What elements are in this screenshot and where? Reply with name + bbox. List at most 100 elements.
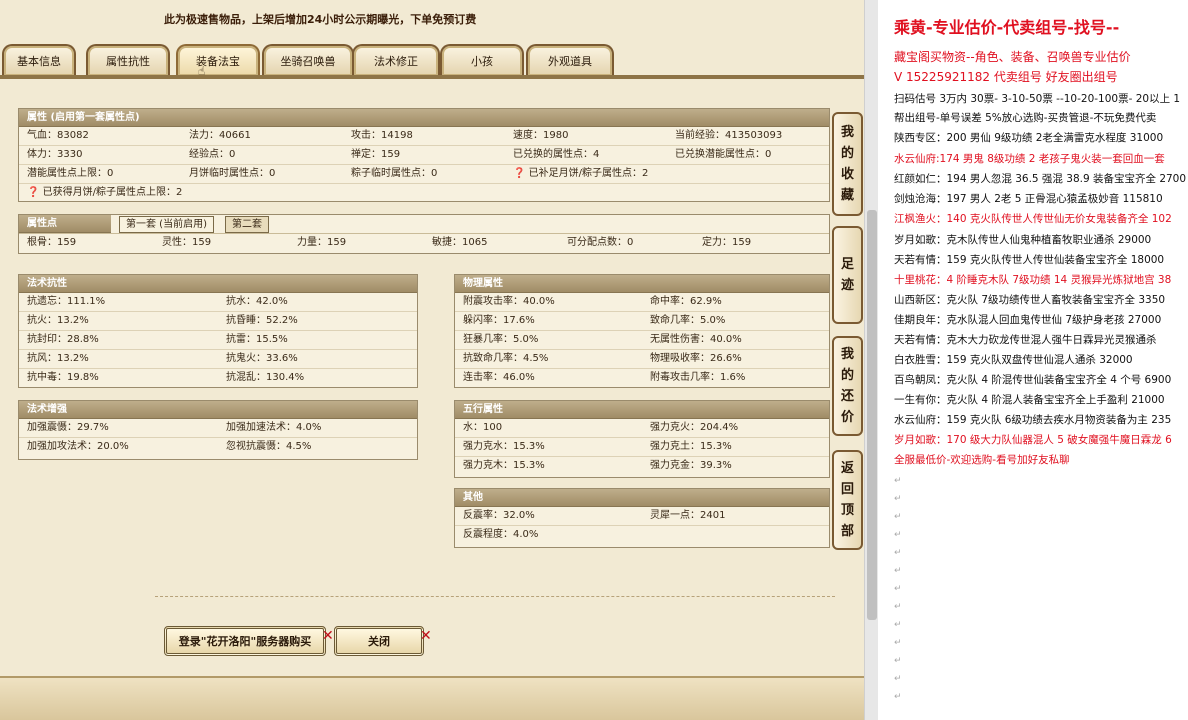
tab-appearance[interactable]: 外观道具 (526, 44, 614, 76)
point-spirit: 灵性：159 (162, 237, 212, 248)
paragraph-mark-icon: ↵ (894, 512, 902, 522)
obtained-limit-label: 已获得月饼/粽子属性点上限：2 (42, 187, 183, 198)
physical-value: 附震攻击率：40.0% (463, 296, 555, 307)
element-value: 强力克木：15.3% (463, 460, 545, 471)
element-value: 强力克土：15.3% (650, 441, 732, 452)
doc-line: 水云仙府：159 克火队 6级功绩去疾水月物资装备为主 235 (894, 414, 1172, 426)
magic-boost-title: 法术增强 (19, 401, 417, 419)
doc-line: V 15225921182 代卖组号 好友圈出组号 (894, 70, 1118, 84)
physical-value: 附毒攻击几率：1.6% (650, 372, 746, 383)
paragraph-mark-icon: ↵ (894, 692, 902, 702)
resist-value: 抗混乱：130.4% (226, 372, 305, 383)
doc-line: 山西新区：克火队 7级功绩传世人畜牧装备宝宝齐全 3350 (894, 294, 1166, 306)
tab-spell-mods[interactable]: 法术修正 (352, 44, 440, 76)
physical-value: 物理吸收率：26.6% (650, 353, 742, 364)
bottom-frame (0, 676, 864, 720)
paragraph-mark-icon: ↵ (894, 476, 902, 486)
element-value: 水：100 (463, 422, 503, 433)
physical-value: 抗致命几率：4.5% (463, 353, 549, 364)
point-agility: 敏捷：1065 (432, 237, 488, 248)
attribute-points-title: 属性点 (19, 215, 111, 233)
stat-attack: 攻击：14198 (351, 130, 413, 141)
side-char: 收 (840, 167, 854, 182)
other-value (642, 526, 829, 544)
subtab-first-set[interactable]: 第一套 (当前启用) (119, 216, 214, 233)
help-icon[interactable]: ❓ (27, 187, 39, 198)
boost-value: 加强震慑：29.7% (27, 422, 109, 433)
attributes-title: 属性 (启用第一套属性点) (19, 109, 829, 127)
stat-converted-potential: 已兑换潜能属性点：0 (675, 149, 772, 160)
paragraph-mark-icon: ↵ (894, 566, 902, 576)
paragraph-mark-icon: ↵ (894, 638, 902, 648)
divider (155, 596, 835, 597)
point-unassigned: 可分配点数：0 (567, 237, 634, 248)
physical-value: 命中率：62.9% (650, 296, 722, 307)
vertical-scrollbar[interactable] (864, 0, 879, 720)
resist-value: 抗水：42.0% (226, 296, 288, 307)
doc-line: 扫码估号 3万内 30票- 3-10-50票 --10-20-100票- 20以… (894, 93, 1181, 105)
game-window: 此为极速售物品，上架后增加24小时公示期曝光，下单免预订费 基本信息 属性抗性 … (0, 0, 864, 720)
physical-value: 连击率：46.0% (463, 372, 535, 383)
close-button[interactable]: 关闭 (334, 626, 424, 656)
subtab-second-set[interactable]: 第二套 (225, 216, 269, 233)
stat-potential-limit: 潜能属性点上限：0 (27, 168, 114, 179)
document-panel: 乘黄-专业估价-代卖组号-找号-- 藏宝阁买物资--角色、装备、召唤兽专业估价 … (878, 0, 1188, 720)
point-strength: 力量：159 (297, 237, 347, 248)
my-favorites-button[interactable]: 我的收藏 (832, 112, 863, 216)
physical-value: 狂暴几率：5.0% (463, 334, 539, 345)
other-title: 其他 (455, 489, 829, 507)
stat-speed: 速度：1980 (513, 130, 569, 141)
scrollbar-thumb[interactable] (867, 210, 877, 620)
doc-line: 天若有情：克木大力砍龙传世混人强牛日霖异光灵猴通杀 (894, 334, 1157, 346)
filled-points-label: 已补足月饼/粽子属性点：2 (528, 168, 649, 179)
paragraph-mark-icon: ↵ (894, 674, 902, 684)
doc-line: 江枫渔火：140 克火队传世人传世仙无价女鬼装备齐全 102 (894, 213, 1172, 225)
tab-equipment[interactable]: 装备法宝 (176, 44, 260, 76)
point-constitution: 根骨：159 (27, 237, 77, 248)
resist-value: 抗风：13.2% (27, 353, 89, 364)
paragraph-mark-icon: ↵ (894, 548, 902, 558)
side-char: 部 (840, 524, 854, 539)
close-x-icon: ✕ (420, 628, 432, 644)
help-icon[interactable]: ❓ (513, 168, 525, 179)
paragraph-mark-icon: ↵ (894, 656, 902, 666)
tab-attributes[interactable]: 属性抗性 (86, 44, 170, 76)
my-offers-button[interactable]: 我的还价 (832, 336, 863, 436)
paragraph-mark-icon: ↵ (894, 494, 902, 504)
doc-line: 百鸟朝凤：克火队 4 阶混传世仙装备宝宝齐全 4 个号 6900 (894, 374, 1172, 386)
resist-value: 抗火：13.2% (27, 315, 89, 326)
tab-basic-info[interactable]: 基本信息 (2, 44, 76, 76)
boost-value: 加强加速法术：4.0% (226, 422, 322, 433)
side-char: 价 (840, 410, 854, 425)
side-char: 的 (840, 146, 854, 161)
doc-line: 剑烛沧海：197 男人 2老 5 正骨混心猿孟极妙音 115810 (894, 193, 1163, 205)
doc-title: 乘黄-专业估价-代卖组号-找号-- (894, 18, 1120, 37)
back-to-top-button[interactable]: 返回顶部 (832, 450, 863, 550)
doc-line: 陕西专区：200 男仙 9级功绩 2老全满雷克水程度 31000 (894, 132, 1164, 144)
resist-value: 抗雷：15.5% (226, 334, 288, 345)
attributes-panel: 属性 (启用第一套属性点) 气血：83082 法力：40661 攻击：14198 速度… (18, 108, 830, 202)
resist-value: 抗遗忘：111.1% (27, 296, 106, 307)
five-elements-panel: 五行属性 水：100 强力克火：204.4% 强力克水：15.3% 强力克土：15.… (454, 400, 830, 478)
side-char: 迹 (840, 278, 854, 293)
physical-panel: 物理属性 附震攻击率：40.0% 命中率：62.9% 躲闪率：17.6% 致命几率：… (454, 274, 830, 388)
stat-zongzi-points: 粽子临时属性点：0 (351, 168, 438, 179)
footprint-button[interactable]: 足迹 (832, 226, 863, 324)
side-char: 足 (840, 257, 854, 272)
doc-line: 十里桃花：4 阶睡克木队 7级功绩 14 灵猴异光炼狱地宫 38 (894, 274, 1172, 286)
side-char: 顶 (840, 503, 854, 518)
tab-child[interactable]: 小孩 (440, 44, 524, 76)
stat-stamina: 体力：3330 (27, 149, 83, 160)
physical-value: 致命几率：5.0% (650, 315, 726, 326)
paragraph-mark-icon: ↵ (894, 530, 902, 540)
side-char: 我 (840, 125, 854, 140)
physical-title: 物理属性 (455, 275, 829, 293)
empty-cell (667, 165, 829, 183)
stat-obtained-limit: ❓ 已获得月饼/粽子属性点上限：2 (19, 184, 829, 202)
tab-mounts-pets[interactable]: 坐骑召唤兽 (262, 44, 354, 76)
magic-resist-panel: 法术抗性 抗遗忘：111.1% 抗水：42.0% 抗火：13.2% 抗昏睡：52.2… (18, 274, 418, 388)
stat-filled-points: ❓ 已补足月饼/粽子属性点：2 (505, 165, 667, 183)
mouse-cursor-icon: ☝ (198, 64, 206, 78)
doc-line: 红颜如仁：194 男人忽混 36.5 强混 38.9 装备宝宝齐全 2700 (894, 173, 1187, 185)
login-buy-button[interactable]: 登录"花开洛阳"服务器购买 (164, 626, 326, 656)
